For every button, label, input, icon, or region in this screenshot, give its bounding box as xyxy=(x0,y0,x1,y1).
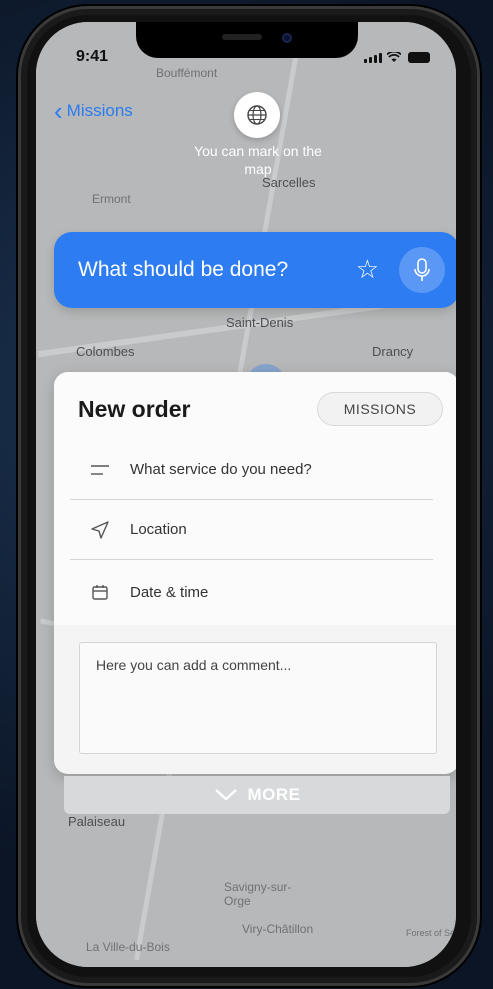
service-field-label: What service do you need? xyxy=(130,461,312,478)
new-order-card: New order MISSIONS What service do you n… xyxy=(54,372,456,774)
globe-icon xyxy=(247,105,267,125)
map-label-colombes: Colombes xyxy=(76,344,135,359)
location-field[interactable]: Location xyxy=(70,500,433,560)
card-title: New order xyxy=(78,396,191,422)
wifi-icon xyxy=(387,52,401,62)
globe-button[interactable] xyxy=(234,92,280,138)
more-label: MORE xyxy=(247,785,301,804)
map-label-forest: Forest of Sé xyxy=(406,928,456,938)
camera xyxy=(282,33,292,43)
microphone-button[interactable] xyxy=(399,247,445,293)
map-label-savigny: Savigny-sur-Orge xyxy=(224,880,292,908)
map-label-saint-denis: Saint-Denis xyxy=(226,315,294,330)
map-label-viry: Viry-Châtillon xyxy=(242,922,314,936)
map-label-la-ville-du-bois: La Ville-du-Bois xyxy=(86,940,170,954)
star-icon[interactable]: ☆ xyxy=(356,256,379,282)
signal-icon xyxy=(364,53,382,63)
service-field[interactable]: What service do you need? xyxy=(70,440,433,500)
map-label-ermont: Ermont xyxy=(92,192,131,206)
calendar-icon xyxy=(70,584,130,600)
lines-icon xyxy=(70,464,130,475)
map-label-palaiseau: Palaiseau xyxy=(68,814,126,829)
chevron-down-icon xyxy=(214,789,237,801)
location-arrow-icon xyxy=(70,520,130,539)
microphone-icon xyxy=(414,258,430,281)
date-time-field-label: Date & time xyxy=(130,583,209,601)
back-label: Missions xyxy=(66,101,133,120)
status-icons xyxy=(364,52,430,63)
map-label-bouffemont: Bouffémont xyxy=(156,66,218,80)
missions-button[interactable]: MISSIONS xyxy=(317,392,443,426)
ask-input[interactable]: What should be done? xyxy=(78,258,288,282)
comment-textarea[interactable]: Here you can add a comment... xyxy=(79,642,437,754)
map-label-drancy: Drancy xyxy=(372,344,414,359)
chevron-left-icon: ‹ xyxy=(54,96,63,126)
phone-screen: Bouffémont Ermont Sarcelles Saint-Denis … xyxy=(36,22,456,967)
speaker xyxy=(222,34,262,40)
notch xyxy=(136,22,358,58)
date-time-field[interactable]: Date & time xyxy=(70,562,433,622)
more-button[interactable]: MORE xyxy=(64,776,450,814)
battery-icon xyxy=(408,52,430,63)
ask-bar[interactable]: What should be done? ☆ xyxy=(54,232,456,308)
location-field-label: Location xyxy=(130,521,187,538)
back-button[interactable]: ‹ Missions xyxy=(54,98,133,124)
map-hint: You can mark on the map xyxy=(194,143,322,177)
status-time: 9:41 xyxy=(76,48,109,65)
